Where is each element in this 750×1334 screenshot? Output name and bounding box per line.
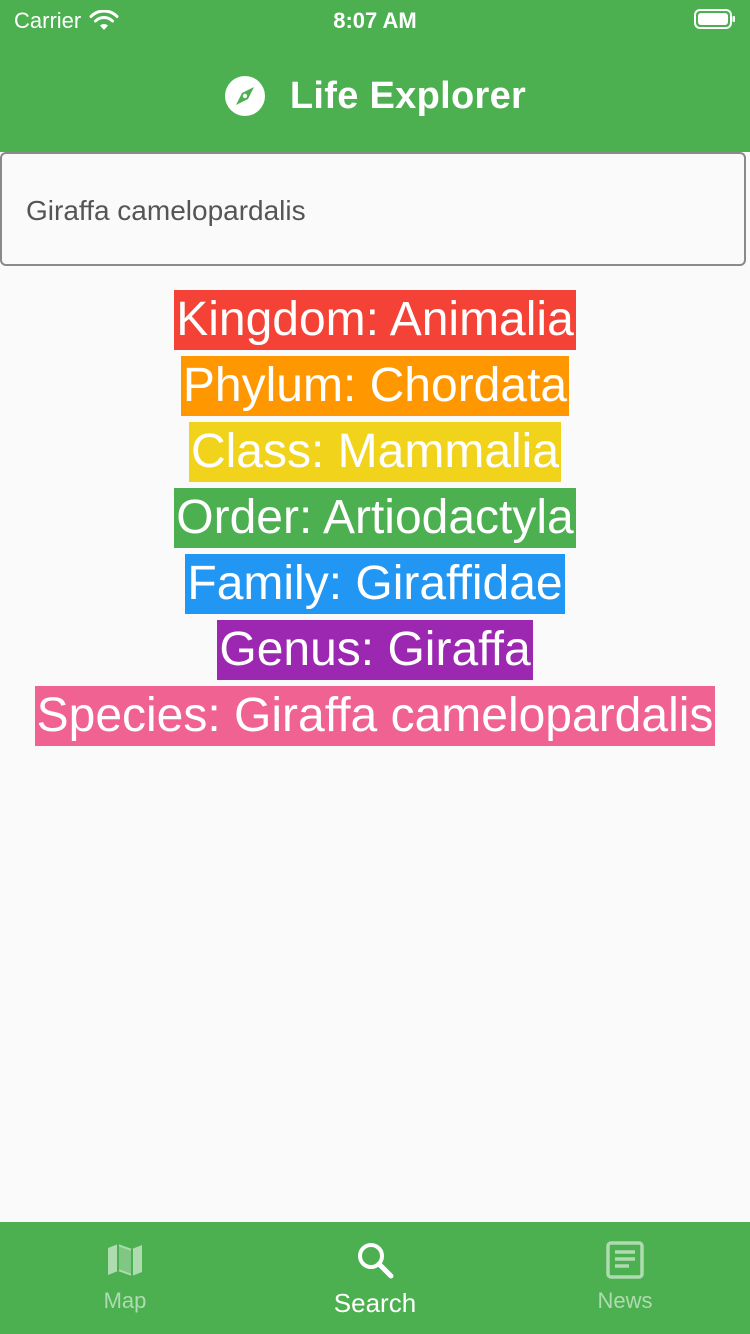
nav-item-map[interactable]: Map (0, 1222, 250, 1334)
nav-item-news[interactable]: News (500, 1222, 750, 1334)
search-field-container (0, 152, 750, 270)
nav-label-news: News (597, 1288, 653, 1313)
search-box[interactable] (0, 152, 746, 268)
compass-icon (224, 76, 265, 116)
taxon-family: Family: Giraffidae (185, 554, 565, 614)
app-bar: Life Explorer (0, 40, 750, 152)
news-icon (606, 1241, 644, 1279)
taxon-class: Class: Mammalia (188, 422, 562, 482)
nav-label-map: Map (103, 1288, 147, 1313)
status-time: 8:07 AM (333, 8, 417, 33)
taxon-phylum: Phylum: Chordata (180, 356, 570, 416)
bottom-navigation: Map Search News (0, 1222, 750, 1334)
taxon-genus: Genus: Giraffa (217, 620, 533, 680)
taxon-kingdom: Kingdom: Animalia (174, 290, 576, 350)
nav-item-search[interactable]: Search (250, 1222, 500, 1334)
app-title: Life Explorer (289, 74, 527, 117)
taxonomy-list: Kingdom: Animalia Phylum: Chordata Class… (0, 290, 750, 752)
battery-icon (694, 9, 735, 29)
search-icon (358, 1243, 394, 1279)
taxon-order: Order: Artiodactyla (174, 488, 576, 548)
status-bar: Carrier 8:07 AM (0, 0, 750, 40)
map-icon (108, 1244, 142, 1276)
nav-label-search: Search (333, 1288, 417, 1318)
taxon-species: Species: Giraffa camelopardalis (34, 686, 716, 746)
search-input[interactable] (26, 154, 716, 268)
